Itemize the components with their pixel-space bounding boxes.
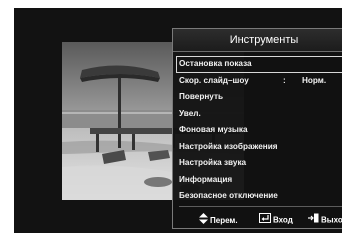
menu-item-slideshow-speed[interactable]: Скор. слайд–шоу : Норм. xyxy=(176,73,342,90)
move-hint: Перем. xyxy=(199,213,238,227)
menu-item-label: Увел. xyxy=(179,108,201,118)
screen-frame: Инструменты Остановка показа Скор. слайд… xyxy=(0,0,356,246)
tv-screen: Инструменты Остановка показа Скор. слайд… xyxy=(14,8,342,233)
tools-menu-title: Инструменты xyxy=(173,29,342,52)
menu-item-label: Фоновая музыка xyxy=(179,125,248,134)
menu-item-rotate[interactable]: Повернуть xyxy=(176,89,342,106)
tools-menu-list: Остановка показа Скор. слайд–шоу : Норм.… xyxy=(176,56,342,205)
enter-hint: Вход xyxy=(259,213,293,227)
menu-item-label: Скор. слайд–шоу xyxy=(179,75,249,85)
menu-item-label: Настройка изображения xyxy=(179,141,278,151)
move-hint-label: Перем. xyxy=(210,216,238,226)
menu-item-label: Информация xyxy=(179,174,233,184)
exit-icon xyxy=(308,213,319,228)
slideshow-speed-value: Норм. xyxy=(302,75,327,85)
menu-item-background-music[interactable]: Фоновая музыка xyxy=(176,122,342,139)
enter-icon xyxy=(259,213,271,228)
tools-menu-panel: Инструменты Остановка показа Скор. слайд… xyxy=(172,28,342,229)
menu-item-label: Безопасное отключение xyxy=(179,191,278,200)
exit-hint: Выход xyxy=(308,213,342,227)
up-down-arrows-icon xyxy=(199,213,208,229)
exit-hint-label: Выход xyxy=(321,215,342,225)
enter-hint-label: Вход xyxy=(273,215,293,225)
menu-item-picture-settings[interactable]: Настройка изображения xyxy=(176,139,342,156)
menu-item-label: Остановка показа xyxy=(179,59,252,68)
menu-item-stop-slideshow[interactable]: Остановка показа xyxy=(176,56,342,73)
menu-item-label: Повернуть xyxy=(179,92,224,101)
tools-menu-footer: Перем. Вход Выход xyxy=(173,213,342,227)
footer-divider xyxy=(179,206,342,207)
menu-item-sound-settings[interactable]: Настройка звука xyxy=(176,155,342,172)
menu-item-zoom[interactable]: Увел. xyxy=(176,106,342,123)
menu-item-information[interactable]: Информация xyxy=(176,172,342,189)
menu-item-label: Настройка звука xyxy=(179,158,247,167)
menu-item-separator: : xyxy=(283,75,286,85)
menu-item-safe-remove[interactable]: Безопасное отключение xyxy=(176,188,342,205)
